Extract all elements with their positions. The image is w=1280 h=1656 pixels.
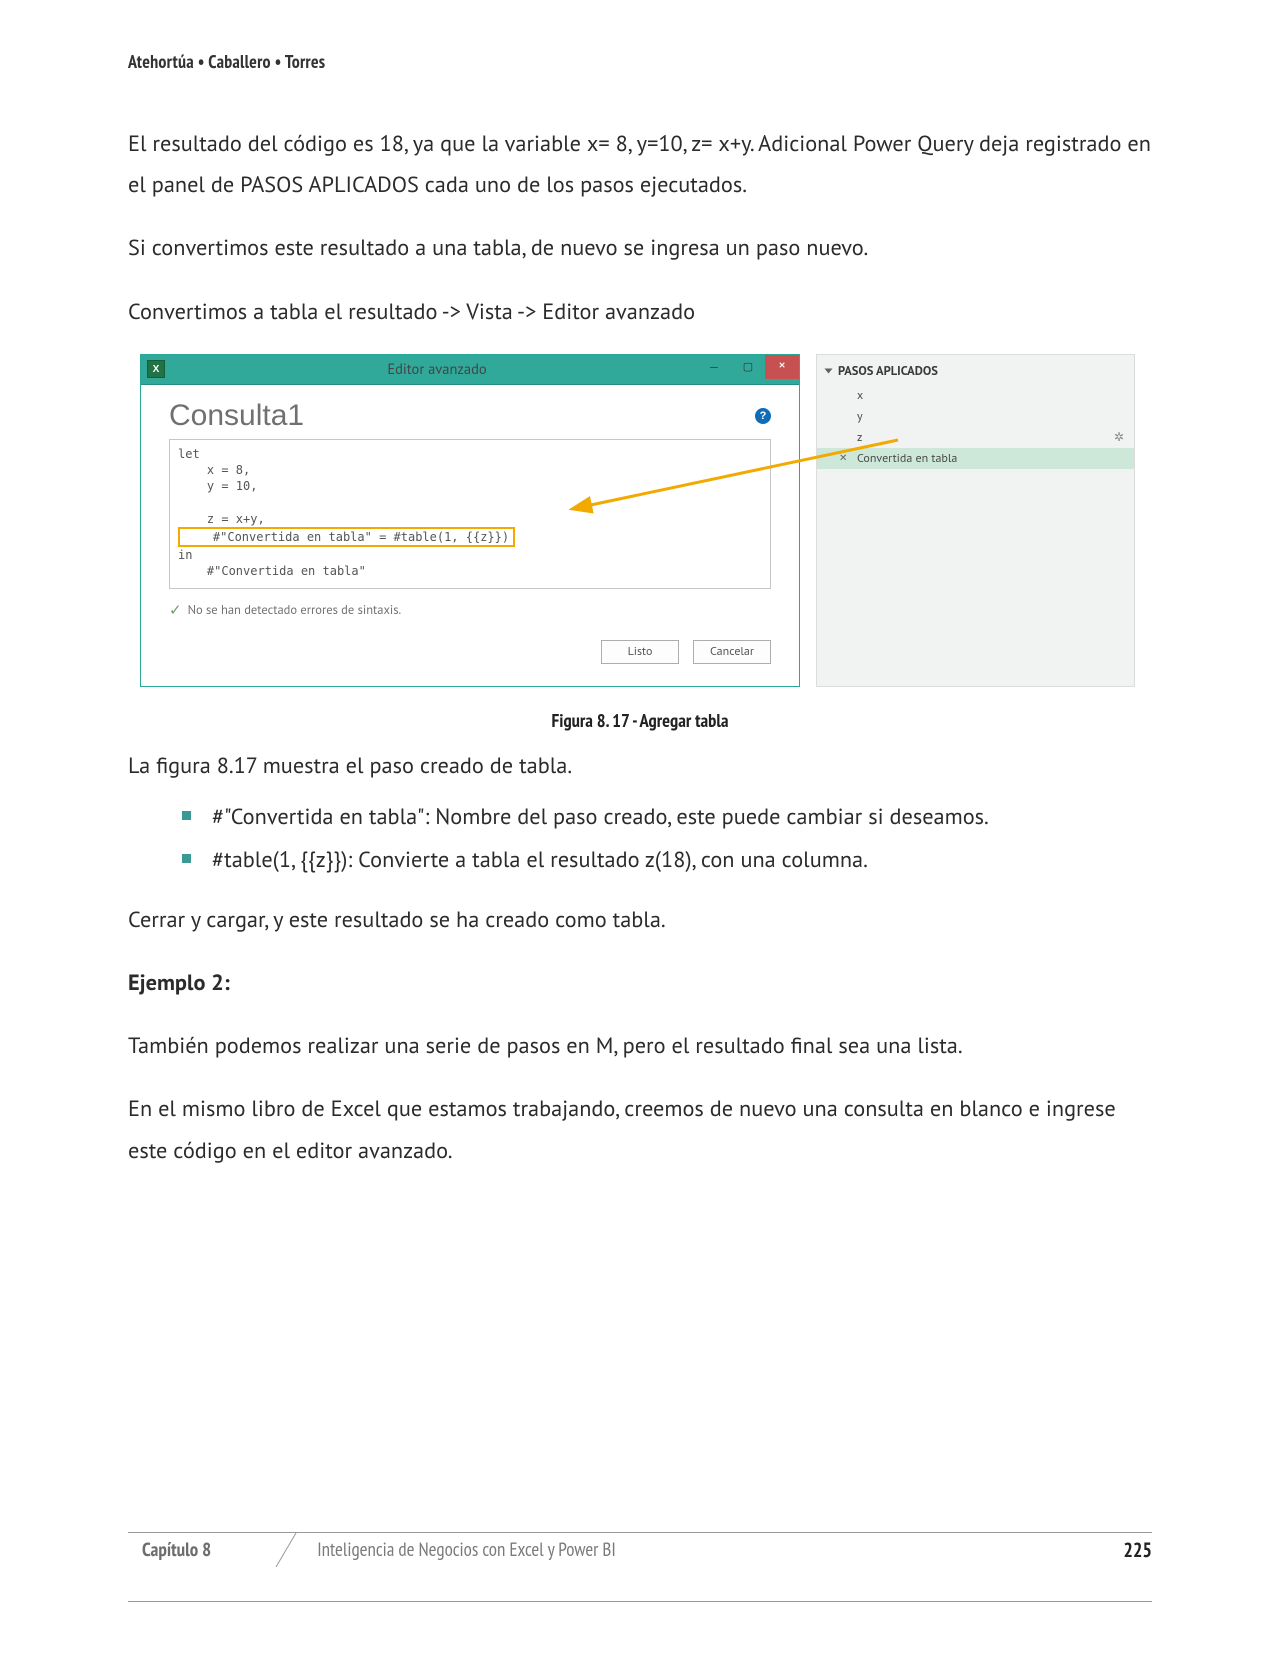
window-controls: — ▢ × [697, 355, 799, 379]
syntax-status: ✓ No se han detectado errores de sintaxi… [169, 601, 771, 620]
code-post: in #"Convertida en tabla" [178, 548, 366, 578]
close-button[interactable]: × [765, 355, 799, 379]
book-title: Inteligencia de Negocios con Excel y Pow… [317, 1538, 616, 1562]
step-item-z[interactable]: z ✲ [817, 427, 1134, 448]
cancel-button[interactable]: Cancelar [693, 640, 771, 664]
paragraph-1: El resultado del código es 18, ya que la… [128, 123, 1152, 205]
page-number: 225 [1123, 1537, 1152, 1563]
paragraph-6: También podemos realizar una serie de pa… [128, 1025, 1152, 1066]
done-button[interactable]: Listo [601, 640, 679, 664]
help-icon[interactable]: ? [755, 408, 771, 424]
bullet-list: #"Convertida en tabla": Nombre del paso … [182, 796, 1152, 880]
page-footer: Capítulo 8 Inteligencia de Negocios con … [128, 1532, 1152, 1602]
footer-divider-icon [272, 1531, 312, 1569]
gear-icon[interactable]: ✲ [1114, 430, 1124, 445]
bullet-2: #table(1, {{z}}): Convierte a tabla el r… [182, 839, 1152, 880]
figure-8-17: X Editor avanzado — ▢ × Consulta1 ? let … [128, 354, 1152, 697]
step-item-z-label: z [857, 430, 862, 445]
code-editor[interactable]: let x = 8, y = 10, z = x+y, #"Convertida… [169, 439, 771, 589]
paragraph-5: Cerrar y cargar, y este resultado se ha … [128, 899, 1152, 940]
excel-icon: X [147, 360, 165, 378]
code-highlighted-line: #"Convertida en tabla" = #table(1, {{z}}… [178, 527, 515, 547]
minimize-button[interactable]: — [697, 355, 731, 379]
heading-ejemplo-2: Ejemplo 2: [128, 962, 1152, 1003]
authors-line: Atehortúa • Caballero • Torres [128, 50, 1152, 73]
step-item-convertida[interactable]: Convertida en tabla [817, 448, 1134, 469]
paragraph-3: Convertimos a tabla el resultado -> Vist… [128, 291, 1152, 332]
query-name-text: Consulta1 [169, 399, 304, 433]
query-name: Consulta1 ? [169, 399, 771, 433]
applied-steps-panel: PASOS APLICADOS x y z ✲ Convertida en ta… [816, 354, 1135, 687]
editor-titlebar: X Editor avanzado — ▢ × [141, 355, 799, 385]
maximize-button[interactable]: ▢ [731, 355, 765, 379]
checkmark-icon: ✓ [169, 601, 182, 620]
advanced-editor-window: X Editor avanzado — ▢ × Consulta1 ? let … [140, 354, 800, 687]
chapter-label: Capítulo 8 [128, 1538, 239, 1562]
applied-steps-header: PASOS APLICADOS [817, 355, 1134, 385]
step-item-y[interactable]: y [817, 406, 1134, 427]
bullet-1: #"Convertida en tabla": Nombre del paso … [182, 796, 1152, 837]
paragraph-4: La figura 8.17 muestra el paso creado de… [128, 745, 1152, 786]
paragraph-7: En el mismo libro de Excel que estamos t… [128, 1088, 1152, 1170]
paragraph-2: Si convertimos este resultado a una tabl… [128, 227, 1152, 268]
step-item-x[interactable]: x [817, 385, 1134, 406]
code-pre: let x = 8, y = 10, z = x+y, [178, 447, 265, 526]
figure-caption: Figura 8. 17 - Agregar tabla [128, 709, 1152, 733]
syntax-status-text: No se han detectado errores de sintaxis. [188, 602, 402, 618]
